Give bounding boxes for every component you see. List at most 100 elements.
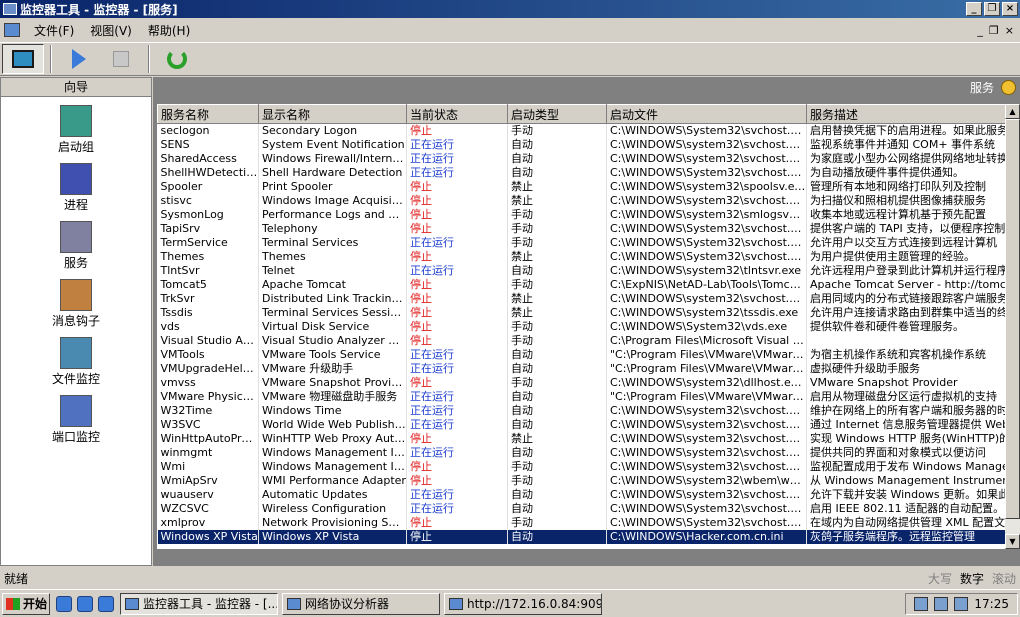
process-icon: [60, 163, 92, 195]
table-row[interactable]: WZCSVC Wireless Configuration 正在运行 自动 C:\WIN…: [157, 501, 1005, 516]
table-row[interactable]: TermService Terminal Services 正在运行 手动 C:\WIN…: [157, 235, 1005, 250]
table-row[interactable]: WmiApSrv WMI Performance Adapter 停止 手动 C:\WI…: [157, 473, 1005, 488]
table-row[interactable]: Tomcat5 Apache Tomcat 停止 手动 C:\ExpNIS\NetAD-…: [157, 277, 1005, 292]
network-icon[interactable]: [914, 596, 929, 611]
minimize-button[interactable]: _: [966, 2, 982, 16]
table-cell: 为自动播放硬件事件提供通知。: [806, 165, 1005, 180]
table-cell: 提供共同的界面和对象模式以便访问: [806, 445, 1005, 460]
start-button[interactable]: [58, 44, 100, 74]
table-cell: Windows Management Instrumentation Drive…: [258, 459, 407, 474]
table-row[interactable]: stisvcWindows Image Acquisition (WIA)停止禁…: [157, 193, 1005, 208]
table-cell: 自动: [507, 501, 607, 516]
ie-icon[interactable]: [77, 595, 93, 612]
column-header[interactable]: 服务名称: [157, 104, 259, 124]
table-cell: 自动: [507, 417, 607, 432]
table-row[interactable]: VMUpgradeHelper VMware 升级助手 正在运行 自动 "C:\Prog…: [157, 361, 1005, 376]
column-header[interactable]: 服务描述: [806, 104, 1005, 124]
document-system-icon[interactable]: [4, 23, 20, 37]
nav-item[interactable]: 消息钩子: [1, 271, 151, 329]
table-cell: C:\WINDOWS\System32\svchost.exe -k netsv…: [606, 501, 807, 516]
mdi-close-button[interactable]: ×: [1005, 24, 1014, 37]
table-cell: 实现 Windows HTTP 服务(WinHTTP)的客户端: [806, 431, 1005, 446]
volume-icon[interactable]: [934, 596, 949, 611]
table-row[interactable]: WmiWindows Management Instrumentation Dr…: [157, 459, 1005, 474]
table-row[interactable]: seclogon Secondary Logon 停止 手动 C:\WINDOWS\Sy…: [157, 123, 1005, 138]
task-monitor-tool[interactable]: 监控器工具 - 监控器 - [...: [120, 592, 278, 615]
mdi-minimize-button[interactable]: _: [977, 24, 983, 37]
scroll-down-arrow-icon[interactable]: ▼: [1005, 534, 1020, 549]
task-protocol-analyzer[interactable]: 网络协议分析器: [282, 592, 440, 615]
table-cell: VMware 物理磁盘助手服务: [258, 389, 407, 404]
table-row[interactable]: Visual Studio Analyzer RPC bridgeVisual …: [157, 333, 1005, 348]
language-icon[interactable]: [954, 596, 969, 611]
refresh-button[interactable]: [156, 44, 198, 74]
menu-help[interactable]: 帮助(H): [140, 22, 198, 39]
column-header[interactable]: 显示名称: [258, 104, 407, 124]
table-cell: C:\WINDOWS\system32\svchost.exe -k netsv…: [606, 137, 807, 152]
table-row[interactable]: W32Time Windows Time 正在运行 自动 C:\WINDOWS\syst…: [157, 403, 1005, 418]
scroll-up-arrow-icon[interactable]: ▲: [1005, 104, 1020, 119]
start-menu-button[interactable]: 开始: [2, 592, 50, 615]
task-label: 监控器工具 - 监控器 - [...: [143, 597, 278, 611]
close-button[interactable]: ×: [1002, 2, 1018, 16]
table-row[interactable]: TrkSvrDistributed Link Tracking Server停止…: [157, 291, 1005, 306]
table-cell: Windows XP Vista: [157, 529, 259, 544]
service-panel-header: 服务: [153, 77, 1020, 99]
table-cell: 为扫描仪和照相机提供图像捕获服务: [806, 193, 1005, 208]
table-cell: 停止: [406, 207, 508, 222]
table-cell: Wmi: [157, 459, 259, 474]
table-cell: C:\Program Files\Microsoft Visual Studio: [606, 333, 807, 348]
refresh-icon: [167, 49, 187, 69]
table-row[interactable]: vmvss VMware Snapshot Provider 停止 手动 C:\WIND…: [157, 375, 1005, 390]
column-header[interactable]: 启动文件: [606, 104, 807, 124]
table-cell: C:\WINDOWS\System32\svchost.exe -k netsv…: [606, 515, 807, 530]
table-row[interactable]: winmgmtWindows Management Instrumentatio…: [157, 445, 1005, 460]
table-row[interactable]: xmlprov Network Provisioning Service 停止 手动 C…: [157, 515, 1005, 530]
table-row[interactable]: SharedAccessWindows Firewall/Internet Co…: [157, 151, 1005, 166]
scroll-thumb[interactable]: [1005, 119, 1020, 519]
table-cell: Virtual Disk Service: [258, 319, 407, 334]
explorer-icon[interactable]: [98, 595, 114, 612]
wizard-panel: 向导 启动组 进程 服务 消息钩子 文件监控 端口监控: [0, 77, 152, 566]
table-body: seclogon Secondary Logon 停止 手动 C:\WINDOWS\Sy…: [157, 123, 1005, 544]
nav-item[interactable]: 服务: [1, 213, 151, 271]
num-indicator: 数字: [959, 571, 984, 586]
table-cell: VMTools: [157, 347, 259, 362]
nav-item[interactable]: 端口监控: [1, 387, 151, 445]
nav-item[interactable]: 进程: [1, 155, 151, 213]
mdi-restore-button[interactable]: ❐: [989, 24, 999, 37]
table-row[interactable]: WinHttpAutoProxySvcWinHTTP Web Proxy Aut…: [157, 431, 1005, 446]
mdi-controls: _ ❐ ×: [977, 24, 1014, 37]
table-cell: 禁止: [507, 179, 607, 194]
desktop-icon[interactable]: [56, 595, 72, 612]
table-row[interactable]: Windows XP Vista Windows XP Vista 停止 自动 C:\W…: [157, 529, 1005, 544]
restore-button[interactable]: ❐: [984, 2, 1000, 16]
menu-view[interactable]: 视图(V): [82, 22, 140, 39]
table-row[interactable]: W3SVC World Wide Web Publishing 正在运行 自动 C:\W…: [157, 417, 1005, 432]
table-row[interactable]: TlntSvr Telnet 正在运行 自动 C:\WINDOWS\system32\t…: [157, 263, 1005, 278]
table-row[interactable]: VMTools VMware Tools Service 正在运行 自动 "C:\Pro…: [157, 347, 1005, 362]
table-row[interactable]: wuauserv Automatic Updates 正在运行 自动 C:\WINDOW…: [157, 487, 1005, 502]
table-cell: 正在运行: [406, 417, 508, 432]
table-row[interactable]: Spooler Print Spooler 停止 禁止 C:\WINDOWS\syste…: [157, 179, 1005, 194]
table-cell: WMI Performance Adapter: [258, 473, 407, 488]
column-header[interactable]: 当前状态: [406, 104, 508, 124]
table-row[interactable]: TapiSrv Telephony 停止 手动 C:\WINDOWS\System32\…: [157, 221, 1005, 236]
vertical-scrollbar[interactable]: ▲ ▼: [1005, 104, 1020, 549]
table-row[interactable]: SENS System Event Notification 正在运行 自动 C:\WI…: [157, 137, 1005, 152]
table-row[interactable]: Themes Themes 停止 禁止 C:\WINDOWS\System32\svch…: [157, 249, 1005, 264]
table-cell: 启用从物理磁盘分区运行虚拟机的支持: [806, 389, 1005, 404]
monitor-button[interactable]: [2, 44, 44, 74]
table-row[interactable]: ShellHWDetection Shell Hardware Detection…: [157, 165, 1005, 180]
table-row[interactable]: VMware Physical Disk Helper ServiceVMwar…: [157, 389, 1005, 404]
table-row[interactable]: SysmonLog Performance Logs and Alerts 停止 手动…: [157, 207, 1005, 222]
stop-button[interactable]: [100, 44, 142, 74]
table-cell: Windows XP Vista: [258, 529, 407, 544]
table-row[interactable]: vds Virtual Disk Service 停止 手动 C:\WINDOWS\Sy…: [157, 319, 1005, 334]
nav-item[interactable]: 文件监控: [1, 329, 151, 387]
table-row[interactable]: TssdisTerminal Services Session Director…: [157, 305, 1005, 320]
task-browser[interactable]: http://172.16.0.84:9090...: [444, 592, 602, 615]
menu-file[interactable]: 文件(F): [26, 22, 82, 39]
column-header[interactable]: 启动类型: [507, 104, 607, 124]
nav-item[interactable]: 启动组: [1, 97, 151, 155]
